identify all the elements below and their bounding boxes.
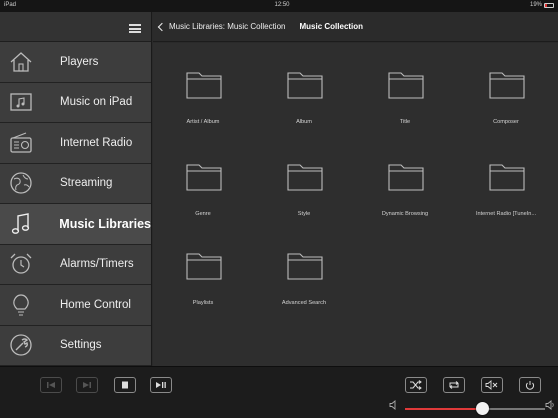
menu-icon[interactable] [129, 24, 141, 33]
folder-internet-radio-tunein[interactable]: Internet Radio [TuneIn... [456, 135, 556, 227]
sidebar-header [0, 12, 151, 42]
shuffle-button[interactable] [405, 377, 427, 393]
folder-icon [489, 164, 525, 191]
folder-style[interactable]: Style [254, 135, 354, 227]
sidebar-item-label: Streaming [60, 177, 113, 190]
sidebar-item-players[interactable]: Players [0, 42, 151, 83]
navigation-bar: Music Libraries: Music Collection Music … [153, 12, 558, 42]
mute-button[interactable] [481, 377, 503, 393]
folder-label: Album [296, 119, 312, 125]
folder-icon [489, 72, 525, 99]
next-button[interactable] [76, 377, 98, 393]
sidebar-item-streaming[interactable]: Streaming [0, 163, 151, 204]
folder-playlists[interactable]: Playlists [153, 224, 253, 316]
folder-icon [388, 164, 424, 191]
back-button-label: Music Libraries: Music Collection [169, 22, 286, 31]
player-controls [0, 366, 558, 418]
folder-icon [287, 253, 323, 280]
sidebar-item-alarms-timers[interactable]: Alarms/Timers [0, 244, 151, 285]
folder-icon [186, 164, 222, 191]
clock: 12:50 [274, 2, 290, 8]
folder-label: Composer [493, 119, 519, 125]
folder-label: Internet Radio [TuneIn... [475, 211, 537, 217]
folder-label: Genre [195, 211, 211, 217]
folder-grid: Artist / Album Album Title Composer Genr… [153, 43, 558, 366]
power-button[interactable] [519, 377, 541, 393]
chevron-left-icon [157, 22, 167, 31]
sidebar-item-label: Music on iPad [60, 96, 133, 109]
sidebar: Players Music on iPad Internet Radio Str… [0, 12, 152, 366]
stop-icon [122, 381, 128, 389]
globe-icon [0, 163, 42, 203]
folder-genre[interactable]: Genre [153, 135, 253, 227]
folder-icon [186, 72, 222, 99]
folder-icon [186, 253, 222, 280]
sidebar-item-label: Internet Radio [60, 136, 133, 149]
previous-icon [47, 382, 55, 388]
previous-button[interactable] [40, 377, 62, 393]
folder-label: Title [399, 119, 411, 125]
folder-composer[interactable]: Composer [456, 43, 556, 135]
mute-icon [485, 380, 498, 390]
sidebar-item-music-on-ipad[interactable]: Music on iPad [0, 82, 151, 123]
repeat-button[interactable] [443, 377, 465, 393]
sidebar-item-label: Home Control [60, 298, 131, 311]
play-pause-button[interactable] [150, 377, 172, 393]
back-button[interactable]: Music Libraries: Music Collection [153, 22, 285, 31]
music-file-icon [0, 82, 42, 122]
sidebar-item-label: Players [60, 55, 99, 68]
folder-icon [287, 72, 323, 99]
folder-label: Style [297, 211, 311, 217]
battery-status: 19% [530, 2, 554, 8]
sidebar-item-label: Settings [60, 339, 102, 352]
music-note-icon [0, 204, 41, 244]
folder-advanced-search[interactable]: Advanced Search [254, 224, 354, 316]
next-icon [83, 382, 91, 388]
shuffle-icon [410, 380, 422, 390]
folder-label: Advanced Search [281, 300, 327, 306]
radio-icon [0, 123, 42, 163]
folder-dynamic-browsing[interactable]: Dynamic Browsing [355, 135, 455, 227]
sidebar-item-home-control[interactable]: Home Control [0, 285, 151, 326]
volume-low-icon [389, 400, 396, 410]
wrench-icon [0, 325, 42, 365]
play-pause-icon [156, 382, 166, 388]
volume-knob[interactable] [475, 402, 489, 415]
folder-icon [388, 72, 424, 99]
sidebar-item-music-libraries[interactable]: Music Libraries [0, 204, 151, 245]
volume-slider[interactable] [405, 402, 545, 415]
volume-high-icon [545, 400, 554, 410]
sidebar-item-settings[interactable]: Settings [0, 325, 151, 366]
sidebar-item-label: Alarms/Timers [60, 258, 134, 271]
battery-percent: 19% [529, 2, 542, 8]
folder-title[interactable]: Title [355, 43, 455, 135]
status-bar: iPad 12:50 19% [0, 0, 558, 12]
folder-label: Playlists [192, 300, 214, 306]
sidebar-item-internet-radio[interactable]: Internet Radio [0, 123, 151, 164]
folder-label: Artist / Album [186, 119, 220, 125]
battery-icon [544, 2, 554, 8]
folder-album[interactable]: Album [254, 43, 354, 135]
volume-level [405, 408, 482, 410]
stop-button[interactable] [114, 377, 136, 393]
sidebar-item-label: Music Libraries [59, 216, 151, 231]
device-name: iPad [4, 2, 17, 8]
page-title: Music Collection [299, 22, 364, 31]
power-icon [525, 381, 535, 390]
repeat-icon [449, 381, 459, 389]
lightbulb-icon [0, 285, 42, 325]
alarm-clock-icon [0, 244, 42, 284]
house-icon [0, 42, 42, 82]
folder-icon [287, 164, 323, 191]
folder-label: Dynamic Browsing [381, 211, 429, 217]
folder-artist-album[interactable]: Artist / Album [153, 43, 253, 135]
